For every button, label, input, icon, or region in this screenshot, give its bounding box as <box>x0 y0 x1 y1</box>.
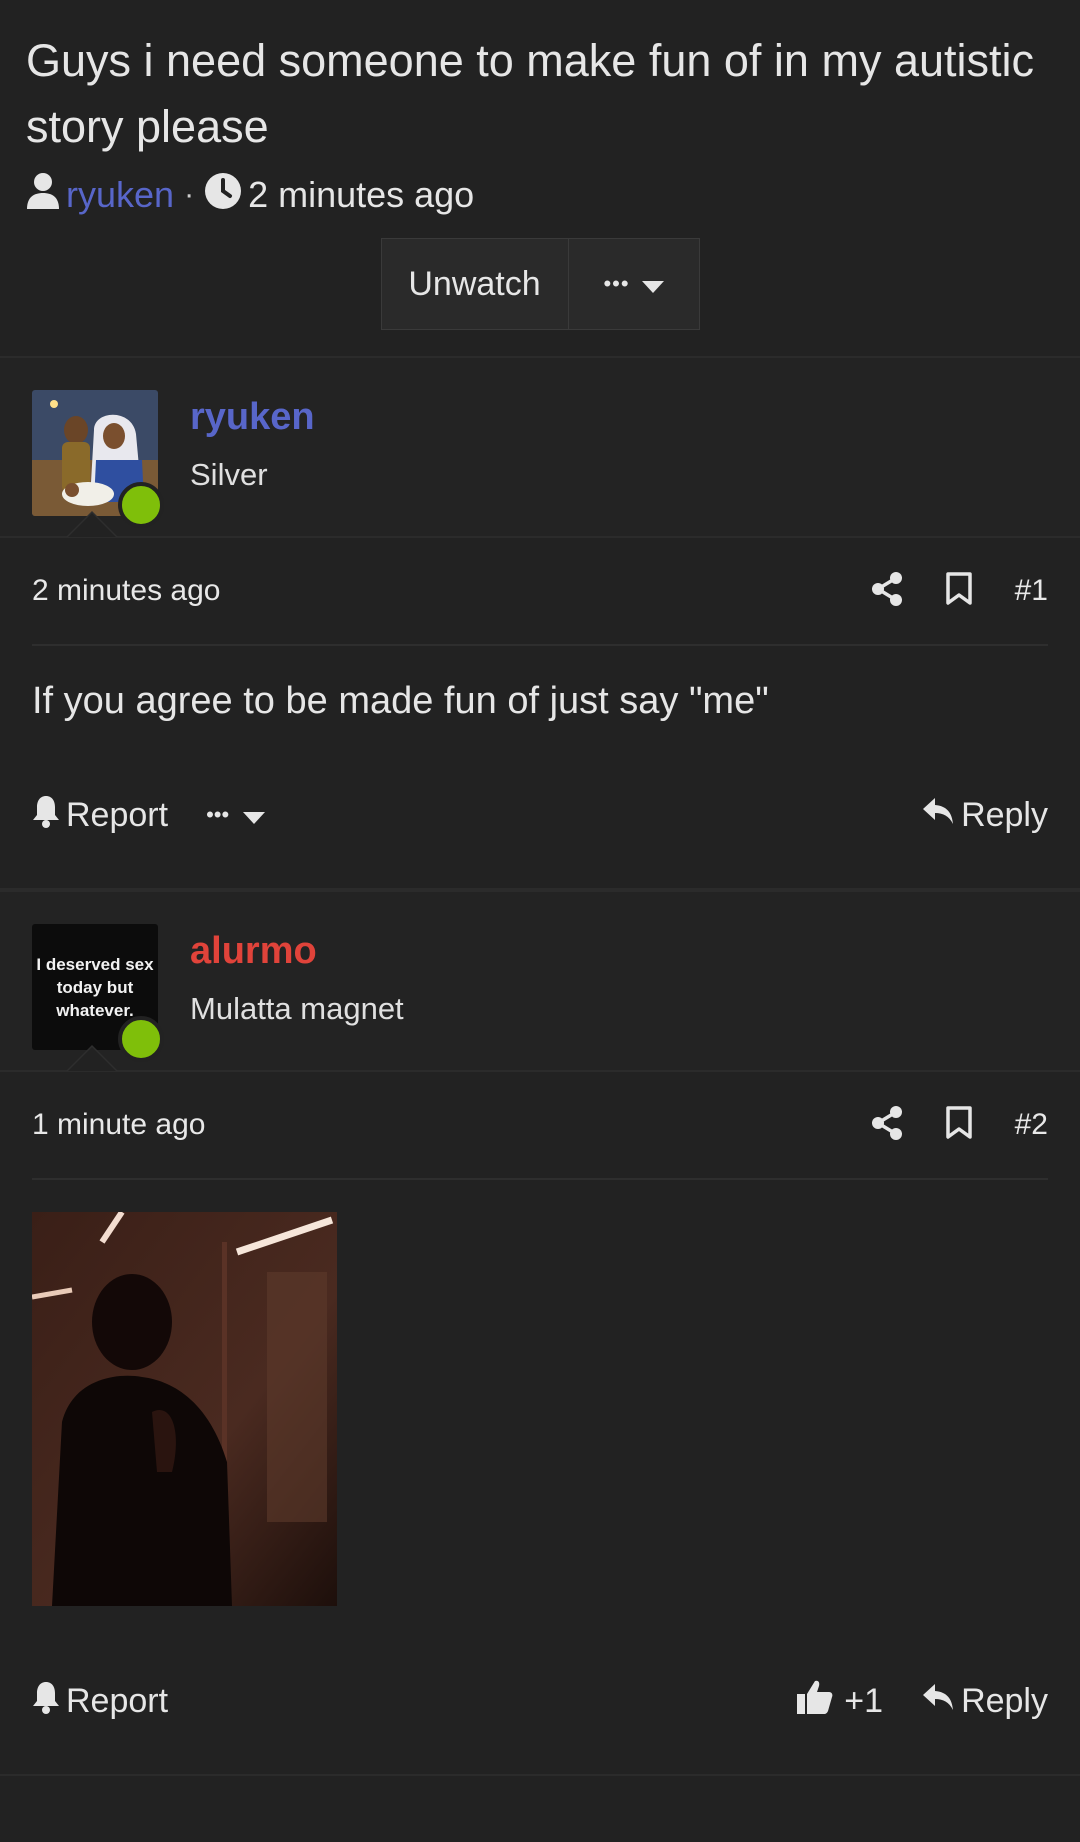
bookmark-icon[interactable] <box>945 571 973 611</box>
post-time[interactable]: 1 minute ago <box>32 1108 205 1142</box>
share-icon[interactable] <box>871 571 903 611</box>
post-username[interactable]: alurmo <box>190 930 404 973</box>
thread-header: Guys i need someone to make fun of in my… <box>0 0 1080 356</box>
thread-author-link[interactable]: ryuken <box>66 174 174 216</box>
post-header: 2 minutes ago #1 <box>32 538 1048 646</box>
post-footer-right: Reply <box>921 796 1048 835</box>
reply-icon <box>921 1682 955 1721</box>
post-time[interactable]: 2 minutes ago <box>32 574 220 608</box>
user-info: ryuken Silver <box>190 390 315 493</box>
post-more-label: ••• <box>206 802 230 827</box>
user-title: Mulatta magnet <box>190 991 404 1026</box>
post-footer: Report +1 Reply <box>32 1656 1048 1746</box>
report-label: Report <box>66 795 169 834</box>
reply-button[interactable]: Reply <box>921 1682 1048 1721</box>
caret-down-icon <box>641 265 664 304</box>
post-media-gif[interactable] <box>31 1210 337 1606</box>
clock-icon <box>204 172 242 219</box>
thread-time[interactable]: 2 minutes ago <box>248 174 474 216</box>
post-footer: Report ••• Reply <box>32 770 1048 860</box>
post-tools: #1 <box>871 571 1048 611</box>
user-icon <box>26 172 60 219</box>
like-count: +1 <box>844 1681 884 1720</box>
unwatch-button[interactable]: Unwatch <box>382 239 569 329</box>
bookmark-icon[interactable] <box>945 1105 973 1145</box>
share-icon[interactable] <box>871 1105 903 1145</box>
post-number-link[interactable]: #2 <box>1015 1108 1048 1142</box>
thread-more-label: ••• <box>603 271 630 296</box>
user-title: Silver <box>190 457 268 492</box>
report-button[interactable]: Report <box>32 794 168 837</box>
post-message: If you agree to be made fun of just say … <box>32 680 769 722</box>
reply-label: Reply <box>961 1681 1048 1720</box>
post-user-block: I deserved sex today but whatever. alurm… <box>0 890 1080 1071</box>
reply-button[interactable]: Reply <box>921 796 1048 835</box>
post-separator <box>0 1746 1080 1776</box>
thread-meta: ryuken · 2 minutes ago <box>26 172 1054 218</box>
reply-label: Reply <box>961 795 1048 834</box>
caret-down-icon <box>243 796 266 835</box>
bell-icon <box>32 1680 60 1723</box>
user-info: alurmo Mulatta magnet <box>190 924 404 1027</box>
post-body: 1 minute ago #2 Report +1 Reply <box>0 1070 1080 1746</box>
post-1: ryuken Silver 2 minutes ago #1 If you ag… <box>0 356 1080 890</box>
user-block-arrow <box>66 511 118 537</box>
post-body: 2 minutes ago #1 If you agree to be made… <box>0 536 1080 860</box>
thumbs-up-icon <box>796 1678 834 1725</box>
bell-icon <box>32 794 60 837</box>
online-status-dot <box>118 1016 164 1062</box>
post-header: 1 minute ago #2 <box>32 1072 1048 1180</box>
post-footer-left: Report <box>32 1680 168 1723</box>
post-more-button[interactable]: ••• <box>206 796 266 835</box>
thread-more-button[interactable]: ••• <box>569 239 699 329</box>
post-user-block: ryuken Silver <box>0 356 1080 537</box>
avatar-text: I deserved sex today but whatever. <box>36 954 154 1020</box>
thread-button-group: Unwatch ••• <box>380 238 700 330</box>
post-footer-left: Report ••• <box>32 794 266 837</box>
thread-title: Guys i need someone to make fun of in my… <box>26 35 1034 152</box>
user-block-arrow <box>66 1045 118 1071</box>
avatar[interactable]: I deserved sex today but whatever. <box>32 924 164 1062</box>
post-username[interactable]: ryuken <box>190 396 315 439</box>
post-number-link[interactable]: #1 <box>1015 574 1048 608</box>
online-status-dot <box>118 482 164 528</box>
post-tools: #2 <box>871 1105 1048 1145</box>
meta-separator: · <box>184 178 195 211</box>
reply-icon <box>921 796 955 835</box>
post-2: I deserved sex today but whatever. alurm… <box>0 890 1080 1776</box>
avatar[interactable] <box>32 390 164 528</box>
report-button[interactable]: Report <box>32 1680 168 1723</box>
post-footer-right: +1 Reply <box>796 1678 1048 1725</box>
like-button[interactable]: +1 <box>796 1678 883 1725</box>
thread-actions: Unwatch ••• <box>26 238 1054 356</box>
post-separator <box>0 860 1080 890</box>
report-label: Report <box>66 1681 169 1720</box>
